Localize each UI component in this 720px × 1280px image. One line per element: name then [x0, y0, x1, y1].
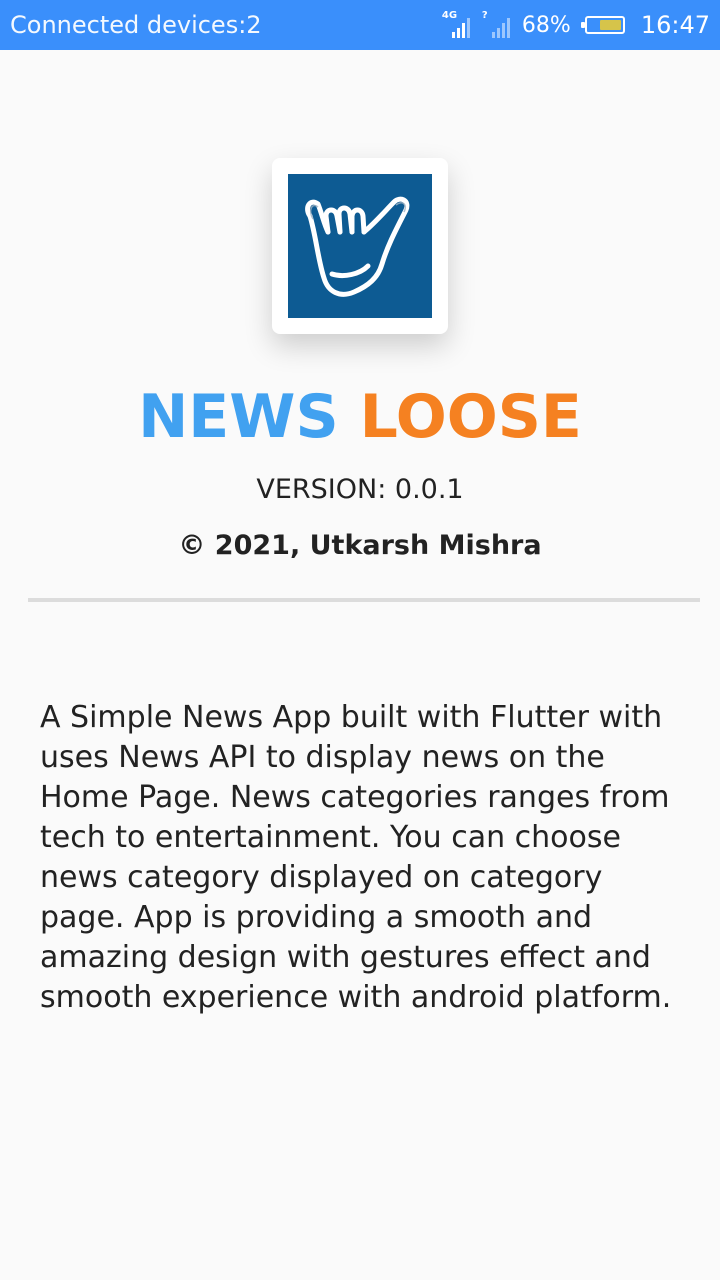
app-title-loose: LOOSE: [359, 382, 582, 452]
signal-icon: ?: [481, 10, 512, 38]
divider: [28, 598, 700, 602]
status-bar: Connected devices:2 4G ? 68% 16:47: [0, 0, 720, 50]
battery-icon: [580, 16, 625, 34]
copyright-text: © 2021, Utkarsh Mishra: [178, 530, 542, 561]
connected-devices-text: Connected devices:2: [10, 11, 262, 39]
version-text: VERSION: 0.0.1: [256, 474, 464, 505]
network-unknown-label: ?: [481, 10, 488, 21]
signal-icon: 4G: [442, 10, 472, 38]
battery-percent: 68%: [521, 12, 571, 38]
battery-level-fill: [600, 20, 621, 30]
shaka-hand-icon: [305, 196, 410, 297]
status-icons: 4G ? 68% 16:47: [442, 10, 710, 39]
app-title-news: NEWS: [138, 382, 339, 452]
app-description: A Simple News App built with Flutter wit…: [40, 700, 672, 1015]
app-logo: [288, 174, 432, 318]
app-logo-card: [272, 158, 448, 334]
app-title: NEWS LOOSE: [0, 382, 720, 452]
clock: 16:47: [640, 11, 710, 39]
